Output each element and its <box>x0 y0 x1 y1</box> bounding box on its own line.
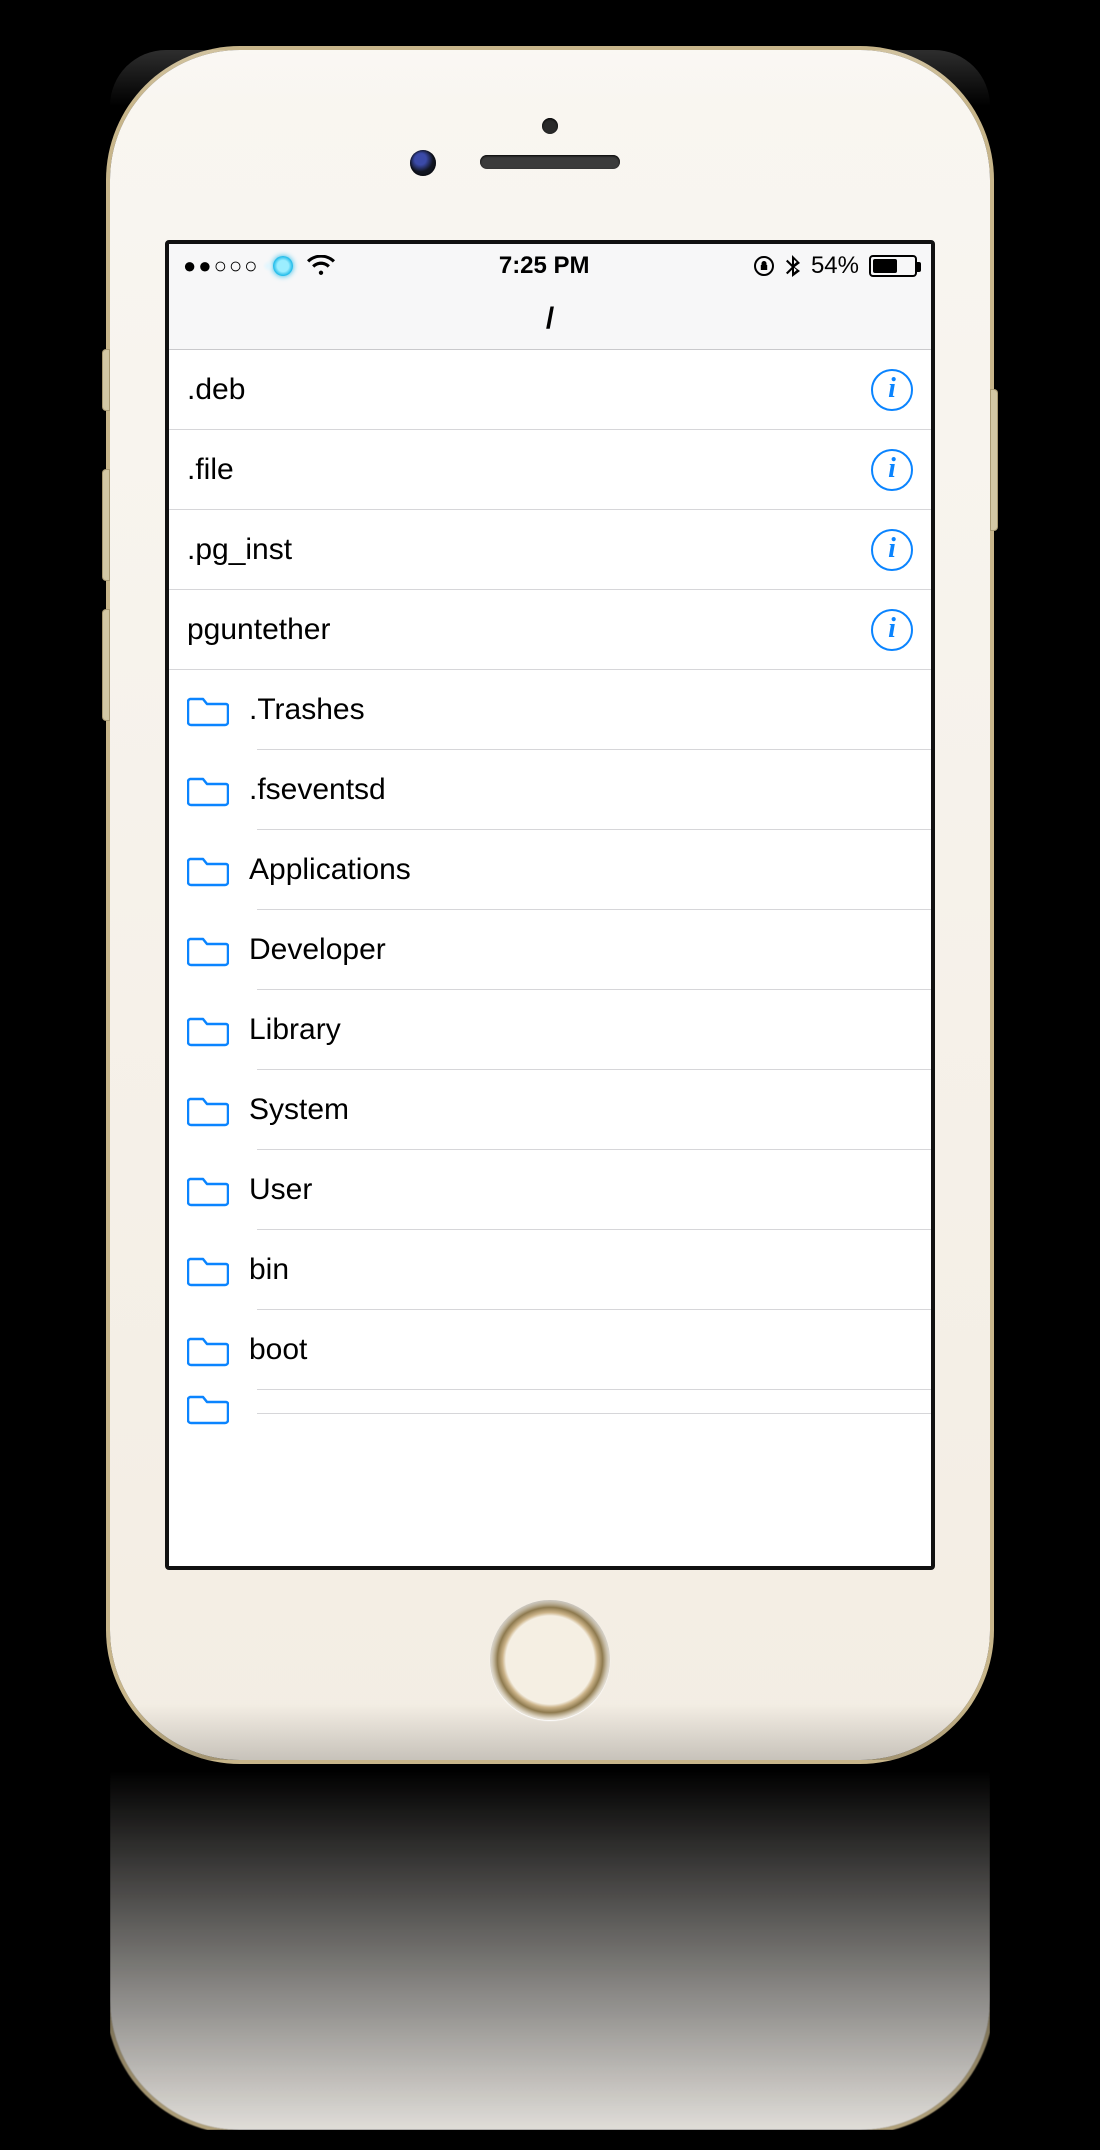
folder-row[interactable]: Applications <box>169 830 931 910</box>
folder-name: .fseventsd <box>249 773 913 807</box>
page-title: / <box>546 302 554 336</box>
proximity-sensor <box>542 118 558 134</box>
folder-row[interactable]: boot <box>169 1310 931 1390</box>
file-row[interactable]: .file i <box>169 430 931 510</box>
battery-percent: 54% <box>811 252 859 280</box>
folder-row[interactable]: Library <box>169 990 931 1070</box>
home-button[interactable] <box>490 1600 610 1720</box>
folder-name: Library <box>249 1013 913 1047</box>
file-name: .deb <box>187 373 871 407</box>
earpiece-speaker <box>480 155 620 169</box>
folder-name: .Trashes <box>249 693 913 727</box>
folder-row[interactable]: .fseventsd <box>169 750 931 830</box>
bluetooth-icon <box>785 254 801 278</box>
folder-icon <box>187 853 229 887</box>
info-icon[interactable]: i <box>871 609 913 651</box>
folder-icon <box>187 1333 229 1367</box>
folder-row[interactable]: System <box>169 1070 931 1150</box>
folder-row[interactable]: .Trashes <box>169 670 931 750</box>
power-button <box>991 390 997 530</box>
navigation-bar: / <box>169 288 931 350</box>
file-row[interactable]: .deb i <box>169 350 931 430</box>
volume-down-button <box>103 610 109 720</box>
folder-row[interactable]: User <box>169 1150 931 1230</box>
file-name: pguntether <box>187 613 871 647</box>
folder-name: Developer <box>249 933 913 967</box>
folder-name: User <box>249 1173 913 1207</box>
folder-icon <box>187 933 229 967</box>
file-name: .file <box>187 453 871 487</box>
info-icon[interactable]: i <box>871 529 913 571</box>
file-name: .pg_inst <box>187 533 871 567</box>
folder-name: bin <box>249 1253 913 1287</box>
status-bar: ●●○○○ 7:25 PM 54% <box>169 244 931 288</box>
mute-switch <box>103 350 109 410</box>
folder-name: Applications <box>249 853 913 887</box>
folder-icon <box>187 1391 229 1425</box>
file-list[interactable]: .deb i .file i .pg_inst i pguntether i <box>169 350 931 1414</box>
info-icon[interactable]: i <box>871 369 913 411</box>
orientation-lock-icon <box>753 255 775 277</box>
wifi-icon <box>307 255 335 277</box>
volume-up-button <box>103 470 109 580</box>
device-reflection: boot <box>110 1770 990 2130</box>
file-row[interactable]: pguntether i <box>169 590 931 670</box>
folder-name: boot <box>249 1333 913 1367</box>
folder-icon <box>187 1093 229 1127</box>
folder-icon <box>187 773 229 807</box>
screen: ●●○○○ 7:25 PM 54% <box>165 240 935 1570</box>
folder-name: System <box>249 1093 913 1127</box>
iphone-device-frame: ●●○○○ 7:25 PM 54% <box>110 50 990 1760</box>
front-camera <box>410 150 436 176</box>
status-time: 7:25 PM <box>499 252 590 280</box>
folder-row[interactable]: Developer <box>169 910 931 990</box>
file-row[interactable]: .pg_inst i <box>169 510 931 590</box>
info-icon[interactable]: i <box>871 449 913 491</box>
carrier-icon <box>269 252 297 280</box>
cell-signal-icon: ●●○○○ <box>183 253 259 279</box>
folder-row[interactable]: bin <box>169 1230 931 1310</box>
folder-row-partial[interactable] <box>169 1390 931 1414</box>
battery-icon <box>869 255 917 277</box>
folder-icon <box>187 1253 229 1287</box>
folder-icon <box>187 1173 229 1207</box>
folder-icon <box>187 693 229 727</box>
folder-icon <box>187 1013 229 1047</box>
